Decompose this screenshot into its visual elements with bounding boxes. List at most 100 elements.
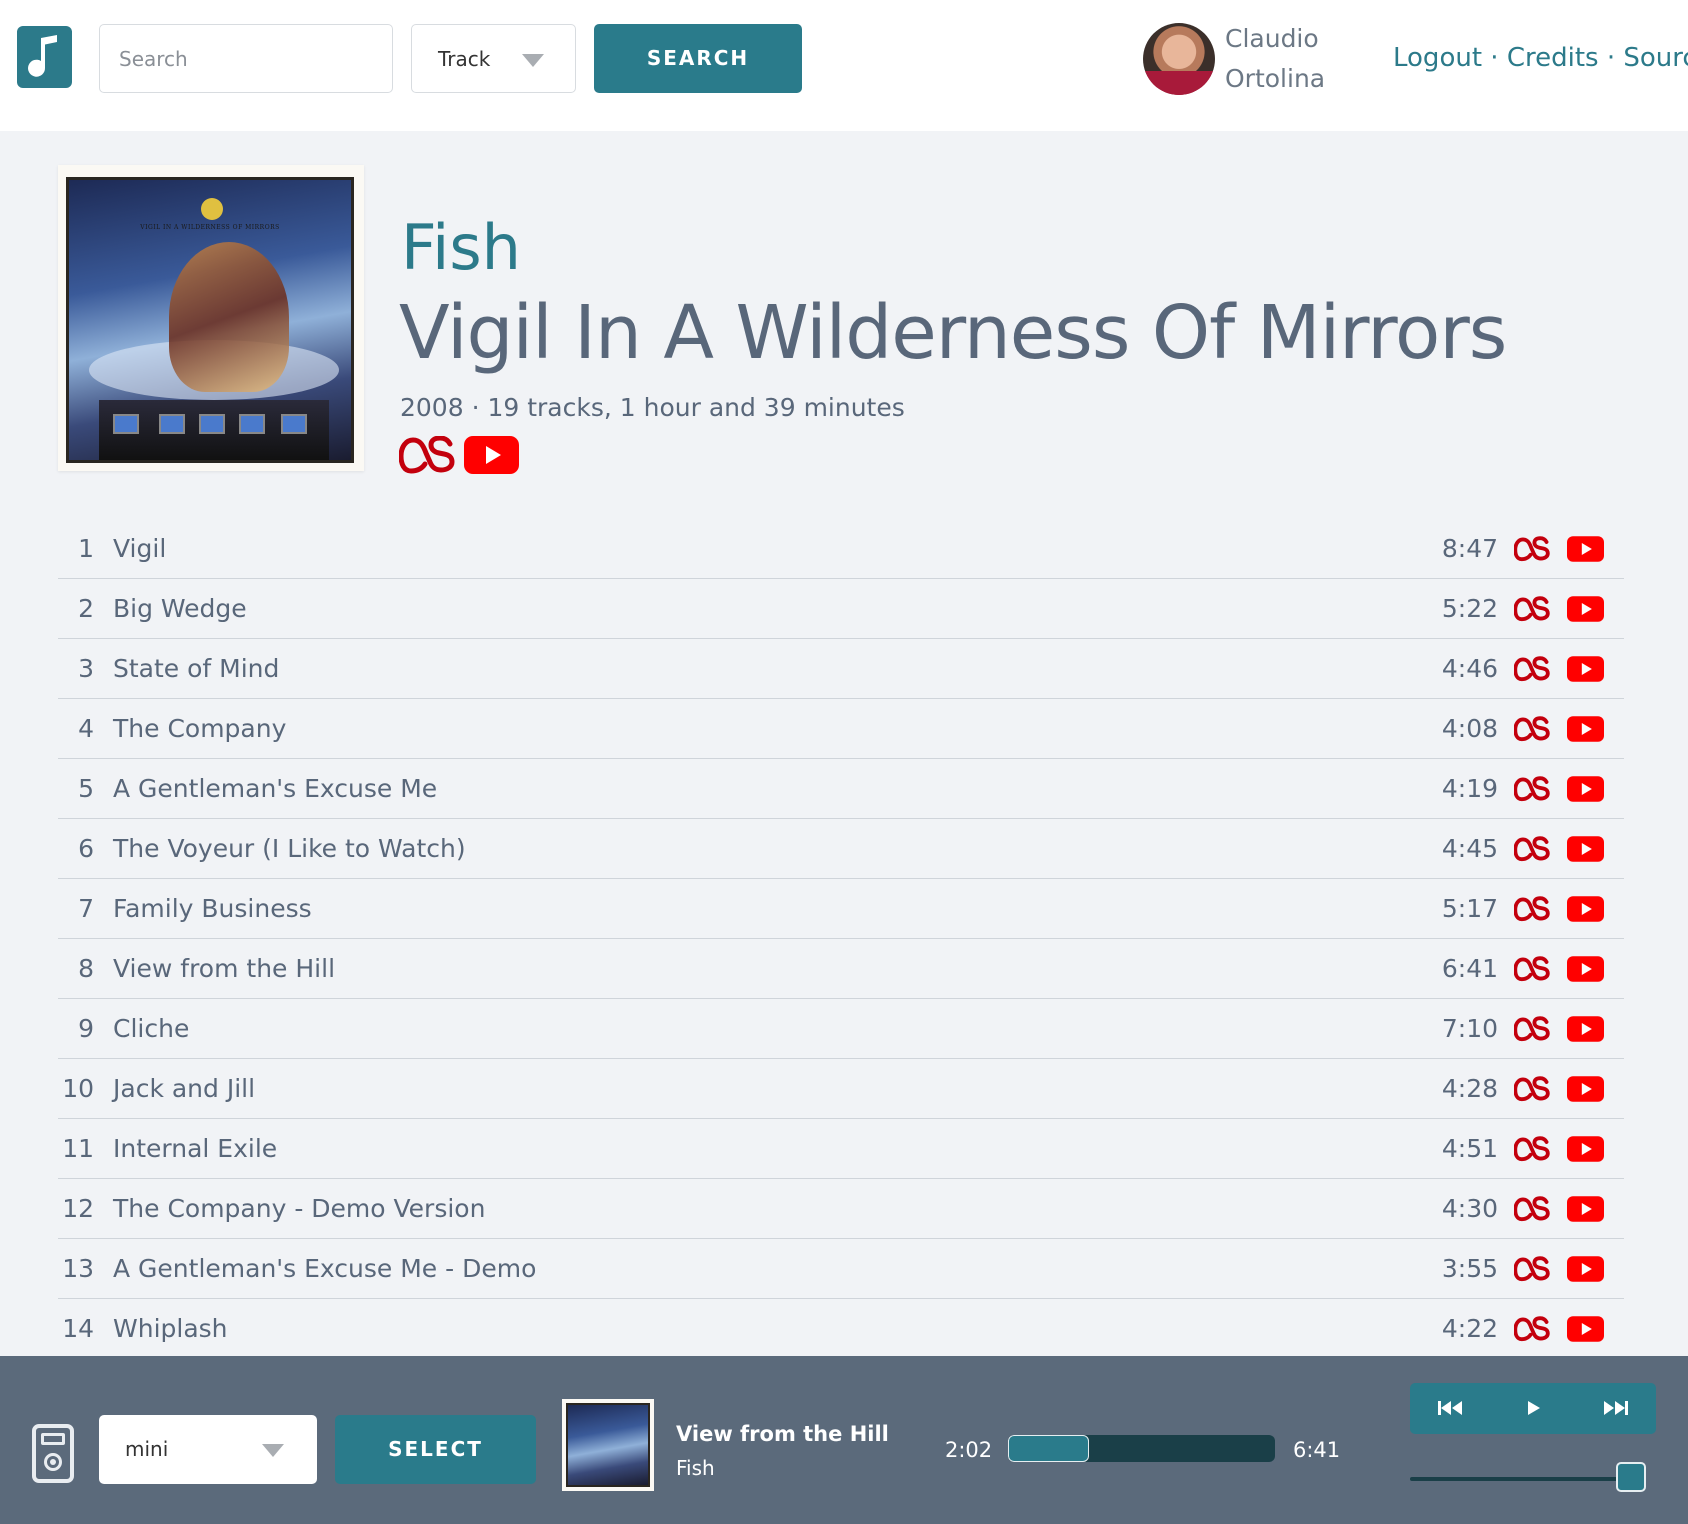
- now-playing-artist: Fish: [676, 1456, 715, 1480]
- track-duration: 4:51: [1441, 1134, 1498, 1163]
- music-note-icon[interactable]: [17, 26, 72, 88]
- select-button[interactable]: SELECT: [335, 1415, 536, 1484]
- track-number: 5: [78, 774, 94, 803]
- previous-button[interactable]: [1410, 1383, 1492, 1434]
- youtube-icon[interactable]: [1567, 1196, 1604, 1222]
- track-title[interactable]: Jack and Jill: [113, 1074, 255, 1103]
- youtube-icon[interactable]: [464, 436, 519, 474]
- track-row[interactable]: 2 Big Wedge 5:22: [58, 579, 1624, 639]
- track-title[interactable]: The Voyeur (I Like to Watch): [113, 834, 466, 863]
- track-row[interactable]: 12 The Company - Demo Version 4:30: [58, 1179, 1624, 1239]
- track-row[interactable]: 3 State of Mind 4:46: [58, 639, 1624, 699]
- lastfm-icon[interactable]: [1513, 1136, 1551, 1162]
- lastfm-icon[interactable]: [1513, 536, 1551, 562]
- track-title[interactable]: The Company - Demo Version: [113, 1194, 485, 1223]
- youtube-icon[interactable]: [1567, 536, 1604, 562]
- album-cover: VIGIL IN A WILDERNESS OF MIRRORS: [58, 165, 364, 471]
- track-row[interactable]: 10 Jack and Jill 4:28: [58, 1059, 1624, 1119]
- lastfm-icon[interactable]: [1513, 1016, 1551, 1042]
- track-title[interactable]: Cliche: [113, 1014, 189, 1043]
- search-button[interactable]: SEARCH: [594, 24, 802, 93]
- track-row[interactable]: 6 The Voyeur (I Like to Watch) 4:45: [58, 819, 1624, 879]
- track-title[interactable]: A Gentleman's Excuse Me - Demo: [113, 1254, 536, 1283]
- source-link[interactable]: Source: [1623, 43, 1688, 73]
- youtube-icon[interactable]: [1567, 656, 1604, 682]
- track-duration: 4:28: [1441, 1074, 1498, 1103]
- total-time: 6:41: [1293, 1438, 1341, 1462]
- device-select[interactable]: mini: [99, 1415, 317, 1484]
- volume-handle[interactable]: [1616, 1462, 1646, 1492]
- youtube-icon[interactable]: [1567, 1136, 1604, 1162]
- youtube-icon[interactable]: [1567, 1076, 1604, 1102]
- avatar: [1143, 23, 1215, 95]
- credits-link[interactable]: Credits: [1507, 43, 1599, 73]
- track-row[interactable]: 7 Family Business 5:17: [58, 879, 1624, 939]
- track-title[interactable]: Big Wedge: [113, 594, 247, 623]
- track-title[interactable]: A Gentleman's Excuse Me: [113, 774, 437, 803]
- album-title: Vigil In A Wilderness Of Mirrors: [399, 290, 1507, 376]
- search-type-select[interactable]: Track: [411, 24, 576, 93]
- track-title[interactable]: The Company: [113, 714, 286, 743]
- now-playing-title: View from the Hill: [676, 1422, 889, 1446]
- next-button[interactable]: [1574, 1383, 1656, 1434]
- volume-slider[interactable]: [1410, 1462, 1646, 1492]
- lastfm-icon[interactable]: [1513, 1256, 1551, 1282]
- track-row[interactable]: 9 Cliche 7:10: [58, 999, 1624, 1059]
- youtube-icon[interactable]: [1567, 716, 1604, 742]
- track-title[interactable]: Family Business: [113, 894, 312, 923]
- track-number: 2: [78, 594, 94, 623]
- progress-fill: [1008, 1435, 1090, 1462]
- track-number: 7: [78, 894, 94, 923]
- youtube-icon[interactable]: [1567, 1016, 1604, 1042]
- lastfm-icon[interactable]: [1513, 836, 1551, 862]
- lastfm-icon[interactable]: [1513, 776, 1551, 802]
- track-title[interactable]: State of Mind: [113, 654, 279, 683]
- track-row[interactable]: 5 A Gentleman's Excuse Me 4:19: [58, 759, 1624, 819]
- track-duration: 4:19: [1441, 774, 1498, 803]
- track-row[interactable]: 4 The Company 4:08: [58, 699, 1624, 759]
- track-number: 9: [78, 1014, 94, 1043]
- lastfm-icon[interactable]: [1513, 716, 1551, 742]
- skip-back-icon: [1438, 1401, 1462, 1415]
- player-bar: mini SELECT View from the Hill Fish 2:02…: [0, 1356, 1688, 1524]
- track-row[interactable]: 8 View from the Hill 6:41: [58, 939, 1624, 999]
- lastfm-icon[interactable]: [399, 436, 457, 474]
- progress-bar[interactable]: [1008, 1435, 1275, 1462]
- artist-name[interactable]: Fish: [401, 211, 521, 284]
- youtube-icon[interactable]: [1567, 896, 1604, 922]
- track-duration: 3:55: [1441, 1254, 1498, 1283]
- track-list: 1 Vigil 8:47 2 Big Wedge 5:22 3 State of Mind 4:…: [58, 519, 1624, 1359]
- youtube-icon[interactable]: [1567, 1316, 1604, 1342]
- logout-link[interactable]: Logout: [1393, 43, 1482, 73]
- play-icon: [1528, 1401, 1540, 1415]
- track-row[interactable]: 13 A Gentleman's Excuse Me - Demo 3:55: [58, 1239, 1624, 1299]
- user-first-name: Claudio: [1225, 24, 1319, 53]
- lastfm-icon[interactable]: [1513, 1316, 1551, 1342]
- track-title[interactable]: Vigil: [113, 534, 166, 563]
- lastfm-icon[interactable]: [1513, 956, 1551, 982]
- track-number: 12: [62, 1194, 94, 1223]
- track-row[interactable]: 11 Internal Exile 4:51: [58, 1119, 1624, 1179]
- track-duration: 4:08: [1441, 714, 1498, 743]
- search-input[interactable]: [99, 24, 393, 93]
- youtube-icon[interactable]: [1567, 1256, 1604, 1282]
- youtube-icon[interactable]: [1567, 836, 1604, 862]
- now-playing-cover: [562, 1399, 654, 1491]
- track-number: 1: [78, 534, 94, 563]
- track-number: 4: [78, 714, 94, 743]
- track-title[interactable]: Whiplash: [113, 1314, 228, 1343]
- youtube-icon[interactable]: [1567, 956, 1604, 982]
- track-number: 14: [62, 1314, 94, 1343]
- lastfm-icon[interactable]: [1513, 1196, 1551, 1222]
- lastfm-icon[interactable]: [1513, 596, 1551, 622]
- track-row[interactable]: 1 Vigil 8:47: [58, 519, 1624, 579]
- play-button[interactable]: [1492, 1383, 1574, 1434]
- track-title[interactable]: View from the Hill: [113, 954, 335, 983]
- lastfm-icon[interactable]: [1513, 1076, 1551, 1102]
- lastfm-icon[interactable]: [1513, 656, 1551, 682]
- track-row[interactable]: 14 Whiplash 4:22: [58, 1299, 1624, 1359]
- lastfm-icon[interactable]: [1513, 896, 1551, 922]
- youtube-icon[interactable]: [1567, 776, 1604, 802]
- youtube-icon[interactable]: [1567, 596, 1604, 622]
- track-title[interactable]: Internal Exile: [113, 1134, 277, 1163]
